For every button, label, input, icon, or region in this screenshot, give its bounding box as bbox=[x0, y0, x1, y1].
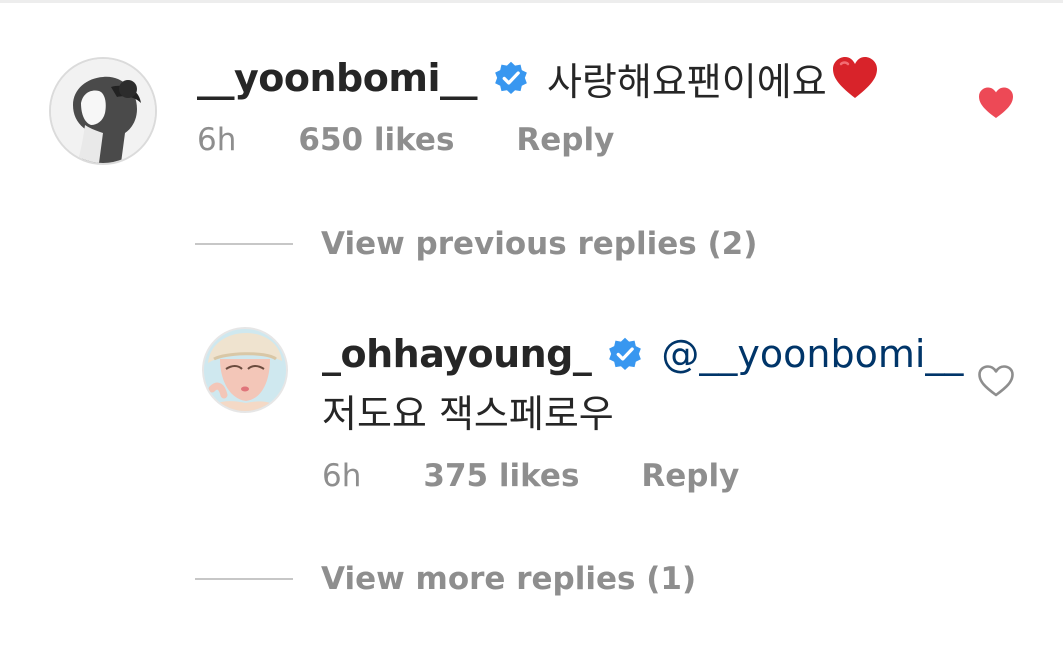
like-heart-filled-icon[interactable] bbox=[977, 86, 1015, 120]
red-heart-emoji-icon bbox=[831, 56, 879, 100]
comment-body: __yoonbomi__ 사랑해요팬이에요 bbox=[197, 54, 879, 104]
avatar-photo bbox=[204, 329, 286, 411]
verified-badge-icon bbox=[493, 60, 529, 96]
view-previous-replies-label: View previous replies (2) bbox=[321, 226, 758, 262]
reply-meta: 6h 375 likes Reply bbox=[322, 456, 739, 496]
reply-button[interactable]: Reply bbox=[641, 458, 739, 494]
comment-likes-count[interactable]: 650 likes bbox=[298, 122, 454, 158]
replies-rule bbox=[195, 243, 293, 245]
avatar-ohhayoung[interactable] bbox=[202, 327, 288, 413]
reply-username[interactable]: _ohhayoung_ bbox=[322, 332, 592, 376]
divider bbox=[0, 0, 1063, 3]
reply-header: _ohhayoung_ @__yoonbomi__ bbox=[322, 330, 963, 378]
reply-text: 저도요 잭스페로우 bbox=[322, 391, 614, 436]
avatar-yoonbomi[interactable] bbox=[49, 57, 157, 165]
replies-rule bbox=[195, 578, 293, 580]
reply-body: 저도요 잭스페로우 bbox=[322, 386, 614, 436]
reply-button[interactable]: Reply bbox=[516, 122, 614, 158]
comment-thread: __yoonbomi__ 사랑해요팬이에요 6h 650 likes Reply… bbox=[0, 0, 1063, 645]
comment-username[interactable]: __yoonbomi__ bbox=[197, 56, 477, 100]
verified-badge-icon bbox=[607, 336, 643, 372]
like-heart-outline-icon[interactable] bbox=[977, 364, 1015, 398]
avatar-photo bbox=[51, 59, 155, 163]
view-more-replies-button[interactable]: View more replies (1) bbox=[195, 559, 696, 599]
comment-timestamp: 6h bbox=[197, 122, 237, 158]
reply-timestamp: 6h bbox=[322, 458, 362, 494]
reply-likes-count[interactable]: 375 likes bbox=[423, 458, 579, 494]
view-more-replies-label: View more replies (1) bbox=[321, 561, 697, 597]
comment-text: 사랑해요팬이에요 bbox=[546, 59, 827, 104]
view-previous-replies-button[interactable]: View previous replies (2) bbox=[195, 224, 757, 264]
mention-link[interactable]: @__yoonbomi__ bbox=[661, 332, 963, 376]
comment-meta: 6h 650 likes Reply bbox=[197, 120, 614, 160]
